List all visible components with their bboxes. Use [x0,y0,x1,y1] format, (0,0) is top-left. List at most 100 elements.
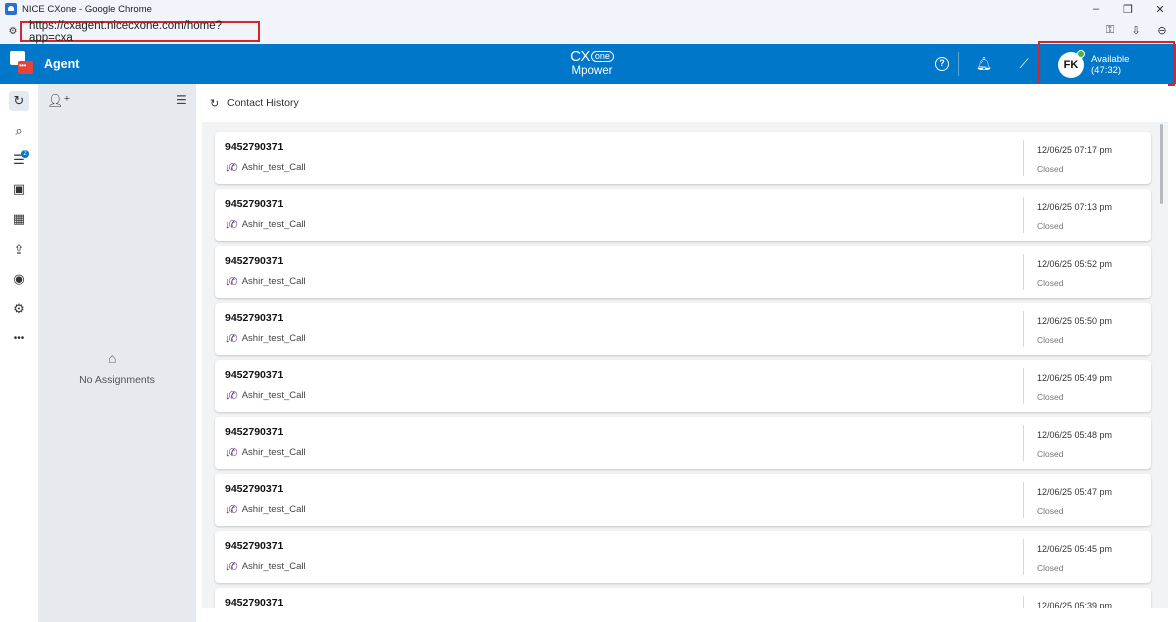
scrollbar-thumb[interactable] [1160,124,1163,204]
agent-profile-icon[interactable]: ◉ [9,269,29,289]
status-indicator [1077,50,1085,58]
contact-skill: ↓✆ Ashir_test_Call [225,218,306,231]
contact-skill-label: Ashir_test_Call [241,390,306,401]
contact-number: 9452790371 [225,369,284,381]
contact-history-header: ↻ Contact History [210,97,299,110]
contact-datetime: 12/06/25 05:47 pm [1037,487,1113,497]
url-text: https://cxagent.nicecxone.com/home?app=c… [29,19,223,44]
contact-skill-label: Ashir_test_Call [241,276,306,287]
contact-history-item[interactable]: 9452790371 ↓✆ Ashir_test_Call 12/06/25 07:1… [215,189,1151,241]
contact-skill-label: Ashir_test_Call [241,162,306,173]
contact-datetime: 12/06/25 05:39 pm [1037,601,1113,608]
contact-number: 9452790371 [225,597,284,608]
window-controls: – ❐ ✕ [1080,0,1176,18]
contact-datetime: 12/06/25 05:48 pm [1037,430,1113,440]
contact-status: Closed [1037,506,1064,516]
contact-status: Closed [1037,335,1064,345]
contact-history-item[interactable]: 9452790371 ↓✆ Ashir_test_Call 12/06/25 05:4… [215,474,1151,526]
inbound-call-icon: ↓✆ [225,504,238,516]
key-icon[interactable]: ⚿ [1102,22,1118,38]
inbound-call-icon: ↓✆ [225,561,238,573]
contact-status: Closed [1037,449,1064,459]
help-icon[interactable]: ? [933,55,951,73]
contact-history-item[interactable]: 9452790371 ↓✆ Ashir_test_Call 12/06/25 05:4… [215,531,1151,583]
zoom-icon[interactable]: ⊖ [1154,22,1170,38]
settings-icon[interactable]: ⚙ [9,299,29,319]
card-divider [1023,482,1024,518]
restore-button[interactable]: ❐ [1112,0,1144,18]
agent-status[interactable]: Available (47:32) [1091,54,1129,76]
history-icon[interactable]: ↻ [9,91,29,111]
chrome-app-icon [5,3,17,15]
calendar-icon[interactable]: ▦ [9,209,29,229]
contact-datetime: 12/06/25 05:45 pm [1037,544,1113,554]
contact-skill: ↓✆ Ashir_test_Call [225,161,306,174]
contact-history-item[interactable]: 9452790371 ↓✆ Ashir_test_Call 12/06/25 05:4… [215,417,1151,469]
bell-icon[interactable]: 🔔︎ [975,55,993,73]
window-titlebar: NICE CXone - Google Chrome – ❐ ✕ [0,0,1176,18]
contact-history-item[interactable]: 9452790371 ↓✆ Ashir_test_Call 12/06/25 05:4… [215,360,1151,412]
contact-history-title: Contact History [227,97,299,109]
contact-status: Closed [1037,221,1064,231]
contact-datetime: 12/06/25 05:50 pm [1037,316,1113,326]
inbound-call-icon: ↓✆ [225,276,238,288]
inbound-call-icon: ↓✆ [225,219,238,231]
contact-skill: ↓✆ Ashir_test_Call [225,560,306,573]
contact-history-item[interactable]: 9452790371 ↓✆ Ashir_test_Call 12/06/25 07:1… [215,132,1151,184]
contact-datetime: 12/06/25 05:52 pm [1037,259,1113,269]
history-icon: ↻ [210,98,220,110]
contact-number: 9452790371 [225,312,284,324]
contact-skill-label: Ashir_test_Call [241,504,306,515]
app-title: Agent [44,57,80,71]
card-divider [1023,596,1024,608]
add-contact-icon[interactable]: 👤︎⁺ [47,93,70,109]
contact-status: Closed [1037,392,1064,402]
card-divider [1023,254,1024,290]
contact-history-item[interactable]: 9452790371↓✆12/06/25 05:39 pm [215,588,1151,608]
contact-history-item[interactable]: 9452790371 ↓✆ Ashir_test_Call 12/06/25 05:5… [215,246,1151,298]
contact-datetime: 12/06/25 07:13 pm [1037,202,1113,212]
contact-history-list: 9452790371 ↓✆ Ashir_test_Call 12/06/25 07:1… [202,122,1168,608]
queue-badge: 2 [21,150,29,158]
disconnect-icon[interactable]: ⟋ [1015,55,1033,73]
cxone-mpower-logo: CX one Mpower [570,48,614,77]
inbound-call-icon: ↓✆ [225,162,238,174]
contact-status: Closed [1037,278,1064,288]
agent-status-timer: (47:32) [1091,65,1122,76]
contact-datetime: 12/06/25 07:17 pm [1037,145,1113,155]
contact-number: 9452790371 [225,198,284,210]
search-icon[interactable]: ⌕ [9,121,29,141]
contact-history-item[interactable]: 9452790371 ↓✆ Ashir_test_Call 12/06/25 05:5… [215,303,1151,355]
card-divider [1023,425,1024,461]
card-divider [1023,197,1024,233]
contact-skill-label: Ashir_test_Call [241,333,306,344]
card-divider [1023,539,1024,575]
contact-number: 9452790371 [225,483,284,495]
agent-logo-icon [10,51,34,77]
contact-number: 9452790371 [225,255,284,267]
header-divider [958,52,959,76]
install-app-icon[interactable]: ⇩ [1128,22,1144,38]
directory-icon[interactable]: ▣ [9,179,29,199]
contact-number: 9452790371 [225,540,284,552]
queue-icon[interactable]: ☰ 2 [9,150,29,170]
contact-number: 9452790371 [225,141,284,153]
contact-datetime: 12/06/25 05:49 pm [1037,373,1113,383]
inbound-call-icon: ↓✆ [225,333,238,345]
tune-icon[interactable]: ⚙ [6,24,20,38]
contact-skill: ↓✆ Ashir_test_Call [225,503,306,516]
share-icon[interactable]: ⇪ [9,240,29,260]
contact-status: Closed [1037,164,1064,174]
contact-skill-label: Ashir_test_Call [241,219,306,230]
contact-skill: ↓✆ Ashir_test_Call [225,332,306,345]
minimize-button[interactable]: – [1080,0,1112,18]
contact-skill: ↓✆ Ashir_test_Call [225,275,306,288]
collapse-panel-icon[interactable]: ☰ [176,93,187,107]
url-field[interactable]: https://cxagent.nicecxone.com/home?app=c… [20,19,260,44]
close-button[interactable]: ✕ [1144,0,1176,18]
contact-skill-label: Ashir_test_Call [241,447,306,458]
left-nav-rail: ↻ ⌕ ☰ 2 ▣ ▦ ⇪ ◉ ⚙ ••• [0,84,38,622]
more-icon[interactable]: ••• [9,328,29,348]
inbound-call-icon: ↓✆ [225,390,238,402]
window-title: NICE CXone - Google Chrome [22,3,152,15]
